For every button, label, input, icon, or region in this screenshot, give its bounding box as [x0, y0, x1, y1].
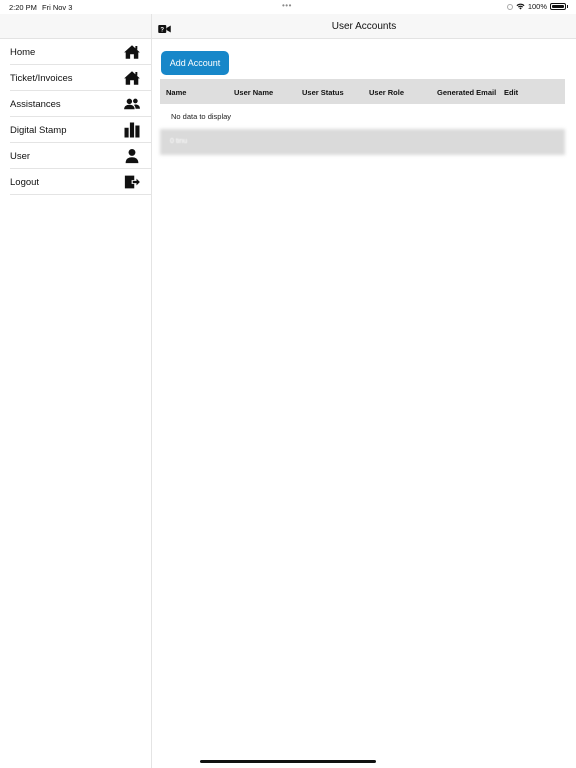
- status-time: 2:20 PM: [9, 3, 37, 12]
- person-icon: [123, 147, 141, 165]
- sidebar-menu: Home Ticket/Invoices Assistances Digital…: [0, 39, 151, 195]
- empty-state-text: No data to display: [171, 112, 232, 121]
- sidebar-item-logout[interactable]: Logout: [10, 169, 151, 195]
- sidebar-item-label: Home: [10, 47, 36, 58]
- column-header-edit[interactable]: Edit: [504, 88, 518, 97]
- home-icon: [123, 69, 141, 87]
- sidebar-item-label: Digital Stamp: [10, 125, 67, 136]
- home-icon: [123, 43, 141, 61]
- add-account-button[interactable]: Add Account: [161, 51, 229, 75]
- status-date: Fri Nov 3: [42, 3, 73, 12]
- page-title: User Accounts: [152, 21, 576, 32]
- navbar: ? User Accounts: [152, 14, 576, 39]
- group-panel-text: 0 tinu: [170, 138, 188, 145]
- main-content: ? User Accounts Add Account Name User Na…: [152, 14, 576, 768]
- column-header-generated-email[interactable]: Generated Email: [437, 88, 496, 97]
- home-indicator[interactable]: [200, 760, 376, 763]
- battery-icon: [550, 3, 566, 10]
- sidebar-item-ticket-invoices[interactable]: Ticket/Invoices: [10, 65, 151, 91]
- building-icon: [123, 121, 141, 139]
- wifi-icon: [516, 3, 525, 10]
- sidebar-item-assistances[interactable]: Assistances: [10, 91, 151, 117]
- multitask-dots[interactable]: •••: [282, 1, 292, 10]
- sidebar-item-digital-stamp[interactable]: Digital Stamp: [10, 117, 151, 143]
- column-header-user-status[interactable]: User Status: [302, 88, 344, 97]
- logout-icon: [123, 173, 141, 191]
- sidebar-item-label: Ticket/Invoices: [10, 73, 73, 84]
- sidebar-item-label: Logout: [10, 177, 40, 188]
- status-bar: 2:20 PM Fri Nov 3 ••• 100%: [0, 0, 576, 14]
- column-header-user-name[interactable]: User Name: [234, 88, 273, 97]
- column-header-name[interactable]: Name: [166, 88, 186, 97]
- group-panel: [160, 129, 565, 155]
- battery-percent: 100%: [527, 2, 547, 11]
- sidebar-item-label: Assistances: [10, 99, 61, 110]
- focus-ring-icon: [506, 3, 513, 10]
- battery-cap: [567, 5, 568, 8]
- column-header-user-role[interactable]: User Role: [369, 88, 404, 97]
- user-accounts-table: Name User Name User Status User Role Gen…: [160, 79, 565, 155]
- sidebar: Home Ticket/Invoices Assistances Digital…: [0, 14, 152, 768]
- status-right-group: 100%: [506, 2, 568, 11]
- sidebar-item-label: User: [10, 151, 31, 162]
- sidebar-item-home[interactable]: Home: [10, 39, 151, 65]
- page-title-text: User Accounts: [331, 21, 397, 32]
- table-header: Name User Name User Status User Role Gen…: [160, 79, 565, 104]
- sidebar-header: [0, 14, 151, 39]
- people-icon: [123, 95, 141, 113]
- sidebar-item-user[interactable]: User: [10, 143, 151, 169]
